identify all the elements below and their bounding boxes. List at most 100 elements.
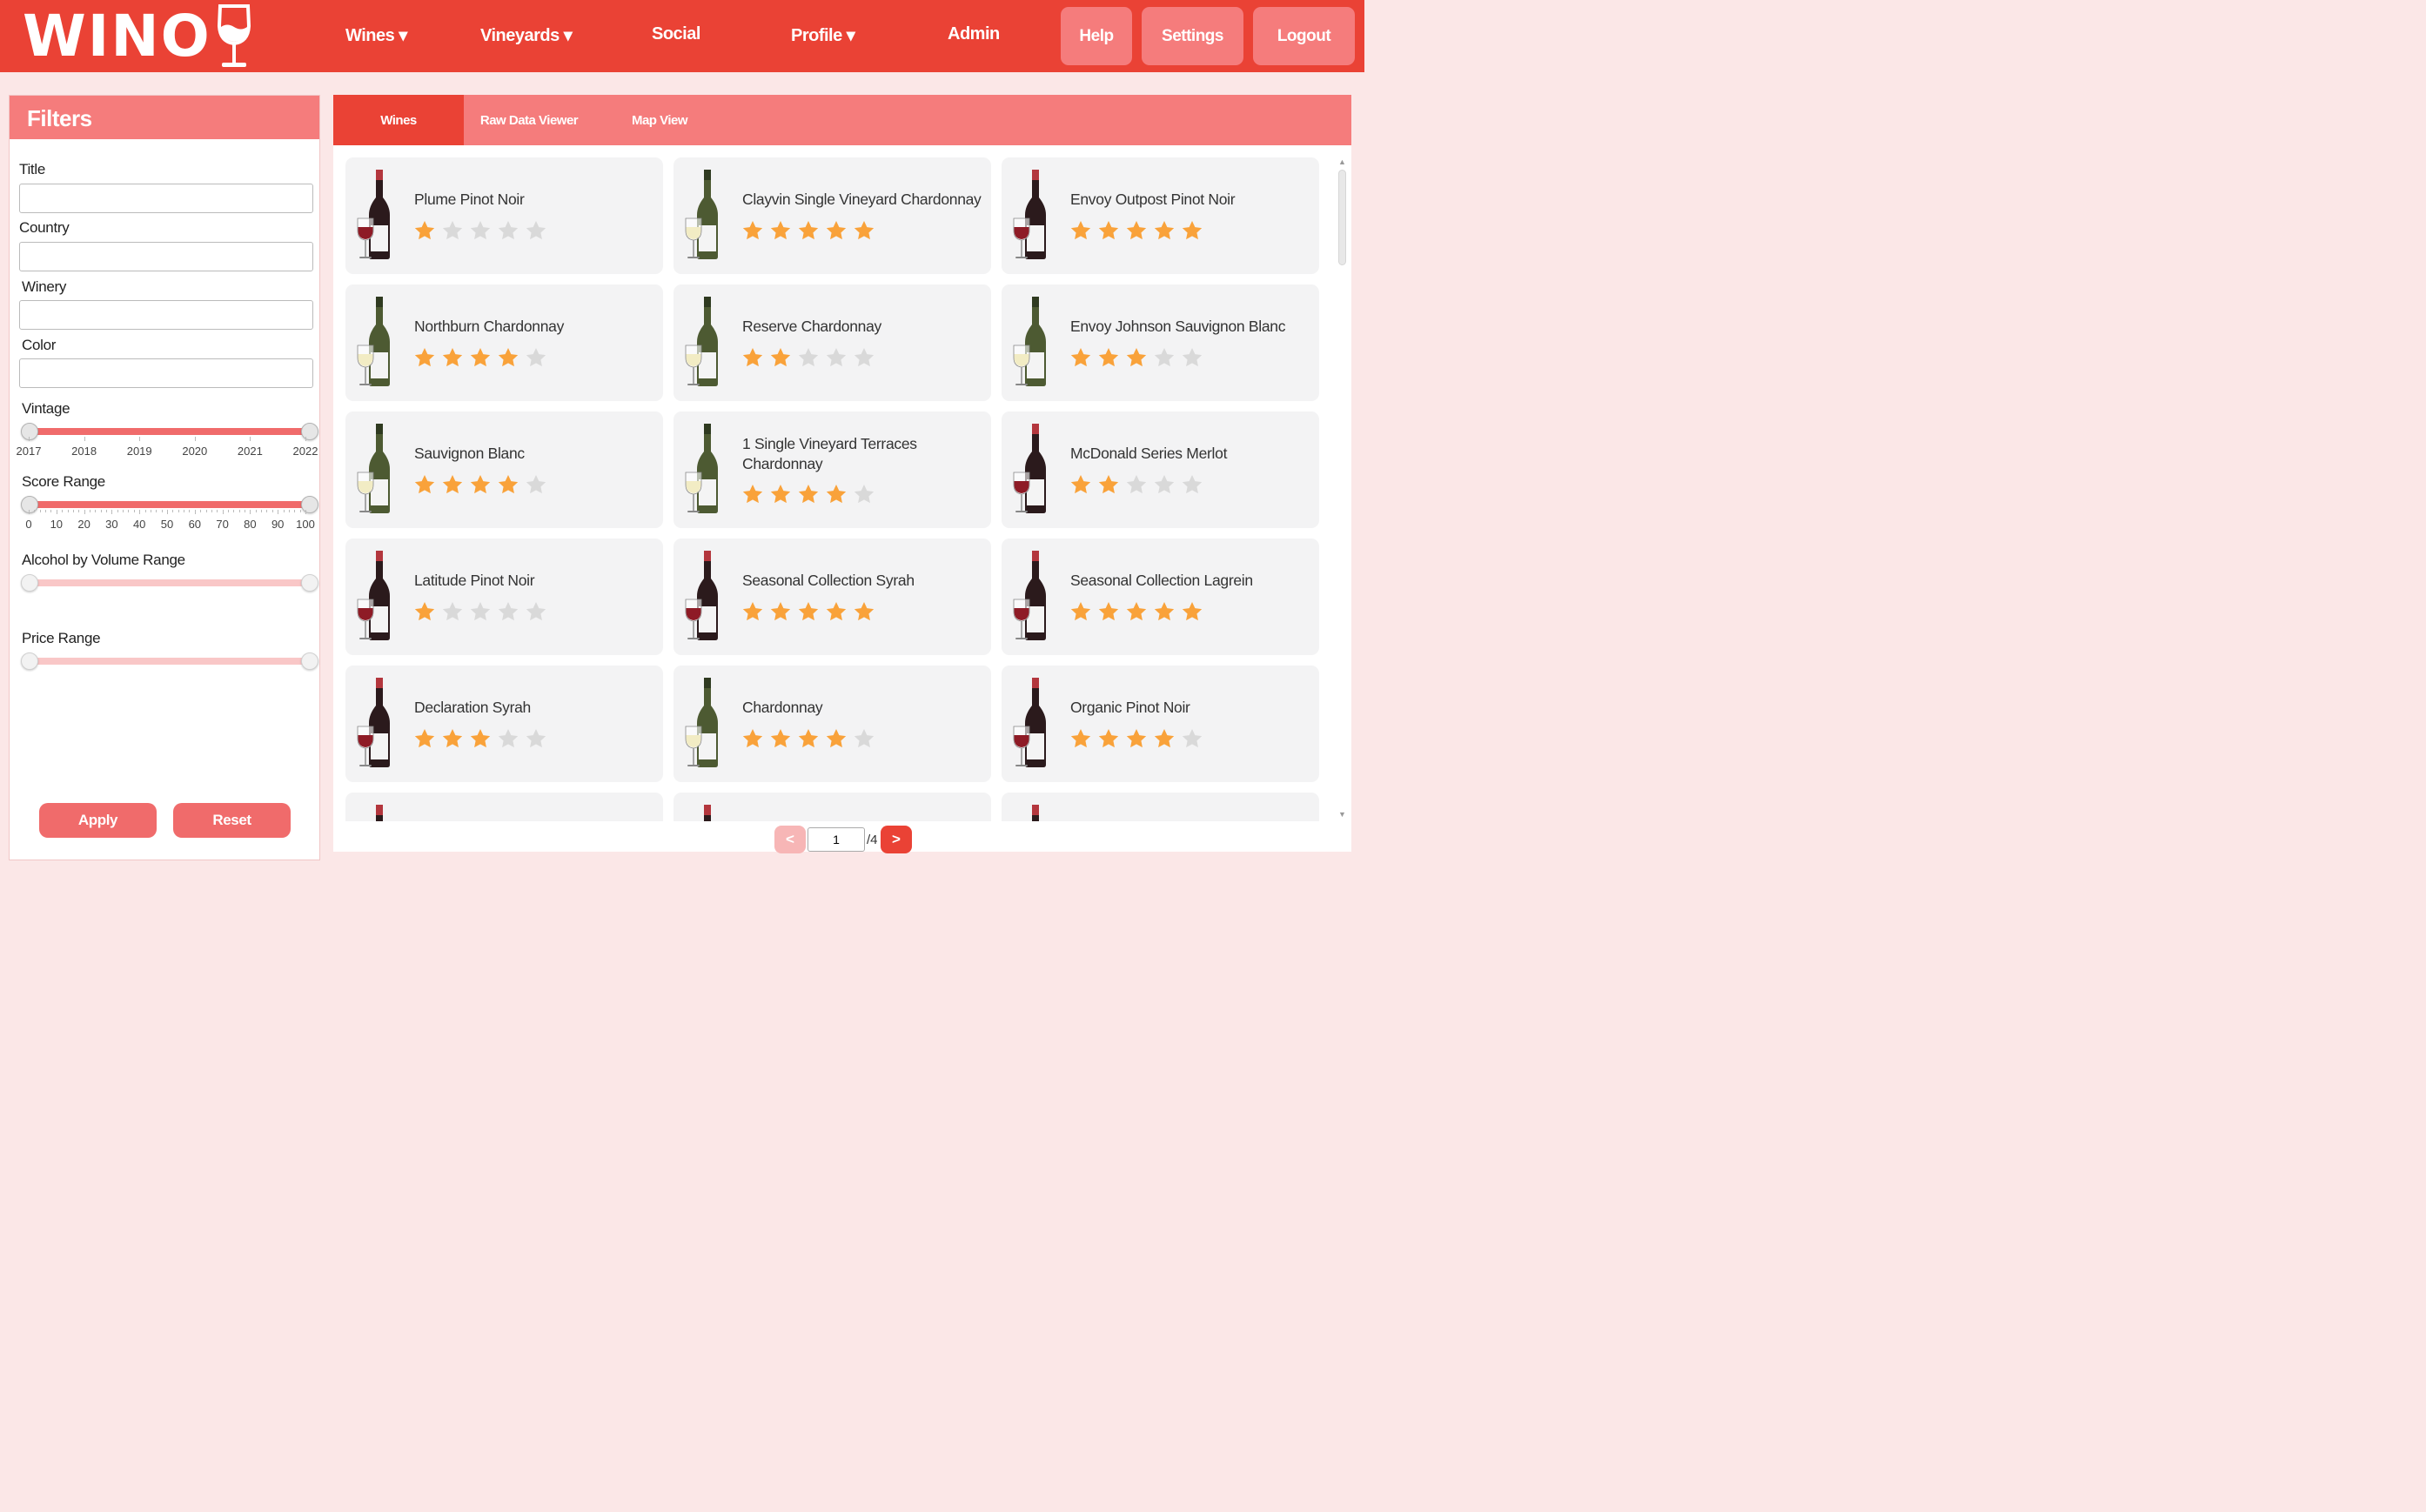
wine-card[interactable]: Clayvin Single Vineyard Chardonnay [674,157,991,274]
score-slider-track[interactable] [29,501,309,508]
title-input[interactable] [19,184,313,213]
star-rating [741,600,875,627]
wine-card[interactable]: Chardonnay [674,666,991,782]
tick-label: 50 [160,518,174,531]
abv-min-handle[interactable] [21,574,38,592]
star-empty-icon [441,219,464,246]
tick-mark [139,510,141,514]
help-button[interactable]: Help [1061,7,1132,65]
star-empty-icon [1153,346,1176,373]
tab-wines[interactable]: Wines [333,95,464,145]
page-number-input[interactable] [808,827,865,852]
reset-button[interactable]: Reset [173,803,291,838]
wine-card[interactable]: Reserve Chardonnay [674,284,991,401]
nav-profile[interactable]: Profile ▾ [791,24,855,46]
score-min-handle[interactable] [21,496,38,513]
wine-card[interactable]: Envoy Outpost Pinot Noir [1002,157,1319,274]
wine-card[interactable]: Seasonal Collection Syrah [674,539,991,655]
wine-card[interactable]: 1 Single Vineyard Terraces Chardonnay [674,411,991,528]
tick-label: 0 [25,518,32,531]
star-filled-icon [825,219,848,246]
wine-card[interactable]: Envoy Johnson Sauvignon Blanc [1002,284,1319,401]
wine-name: Sauvignon Blanc [414,445,525,462]
nav-wines[interactable]: Wines ▾ [345,24,407,46]
tick-mark [156,510,157,512]
settings-button[interactable]: Settings [1142,7,1243,65]
tick-mark [283,510,285,512]
tick-label: 2019 [126,445,152,458]
tick-mark [250,437,251,441]
color-input[interactable] [19,358,313,388]
star-filled-icon [797,219,820,246]
star-filled-icon [741,219,764,246]
wine-card[interactable] [674,793,991,821]
tick-mark [29,437,30,441]
country-input[interactable] [19,242,313,271]
nav-social[interactable]: Social [652,24,700,44]
winery-input[interactable] [19,300,313,330]
scroll-down-icon[interactable]: ▼ [1338,810,1346,819]
tick-label: 40 [132,518,146,531]
star-rating [413,473,547,500]
wine-card[interactable]: Declaration Syrah [345,666,663,782]
apply-button[interactable]: Apply [39,803,157,838]
wine-card-grid: Plume Pinot Noir Clayvin Single Vineyard… [333,157,1334,821]
red-wine-bottle-icon [684,805,722,821]
star-filled-icon [797,727,820,754]
star-rating [741,727,875,754]
star-filled-icon [1069,600,1092,627]
nav-admin[interactable]: Admin [948,24,1000,44]
scroll-up-icon[interactable]: ▲ [1338,157,1346,166]
wine-card[interactable]: Latitude Pinot Noir [345,539,663,655]
star-empty-icon [1181,346,1203,373]
star-filled-icon [1069,727,1092,754]
score-max-handle[interactable] [301,496,318,513]
vintage-label: Vintage [22,400,70,417]
prev-page-button[interactable]: < [774,826,806,853]
star-filled-icon [825,600,848,627]
star-filled-icon [441,346,464,373]
star-filled-icon [1153,600,1176,627]
wine-card[interactable]: Sauvignon Blanc [345,411,663,528]
wine-card[interactable] [345,793,663,821]
wine-card[interactable]: Organic Pinot Noir [1002,666,1319,782]
price-max-handle[interactable] [301,652,318,670]
vintage-slider-track[interactable] [29,428,309,435]
tick-mark [139,437,141,441]
wine-card[interactable]: McDonald Series Merlot [1002,411,1319,528]
tick-mark [294,510,296,512]
vintage-max-handle[interactable] [301,423,318,440]
tab-map-view[interactable]: Map View [594,95,725,145]
tick-mark [133,510,135,512]
star-empty-icon [1181,473,1203,500]
wine-name: Northburn Chardonnay [414,318,565,335]
tick-mark [189,510,191,512]
star-filled-icon [1097,727,1120,754]
wine-card[interactable]: Northburn Chardonnay [345,284,663,401]
wino-logo[interactable]: WINO [23,3,253,70]
star-filled-icon [741,727,764,754]
abv-slider-track[interactable] [29,579,309,586]
scroll-thumb[interactable] [1338,170,1346,265]
vintage-min-handle[interactable] [21,423,38,440]
price-slider-track[interactable] [29,658,309,665]
tick-mark [84,510,85,514]
star-empty-icon [1181,727,1203,754]
wine-card[interactable]: Seasonal Collection Lagrein [1002,539,1319,655]
wine-name: Seasonal Collection Syrah [742,572,915,589]
grid-scrollbar[interactable]: ▲ ▼ [1336,157,1348,821]
tick-mark [271,510,273,512]
wine-card[interactable]: Plume Pinot Noir [345,157,663,274]
tick-label: 2021 [237,445,263,458]
wine-card[interactable] [1002,793,1319,821]
price-min-handle[interactable] [21,652,38,670]
tab-raw-data-viewer[interactable]: Raw Data Viewer [464,95,594,145]
nav-vineyards[interactable]: Vineyards ▾ [480,24,573,46]
tick-mark [200,510,202,512]
tick-mark [84,437,85,441]
next-page-button[interactable]: > [881,826,912,853]
star-empty-icon [1125,473,1148,500]
abv-max-handle[interactable] [301,574,318,592]
logout-button[interactable]: Logout [1253,7,1355,65]
logo-text: WINO [23,3,211,70]
